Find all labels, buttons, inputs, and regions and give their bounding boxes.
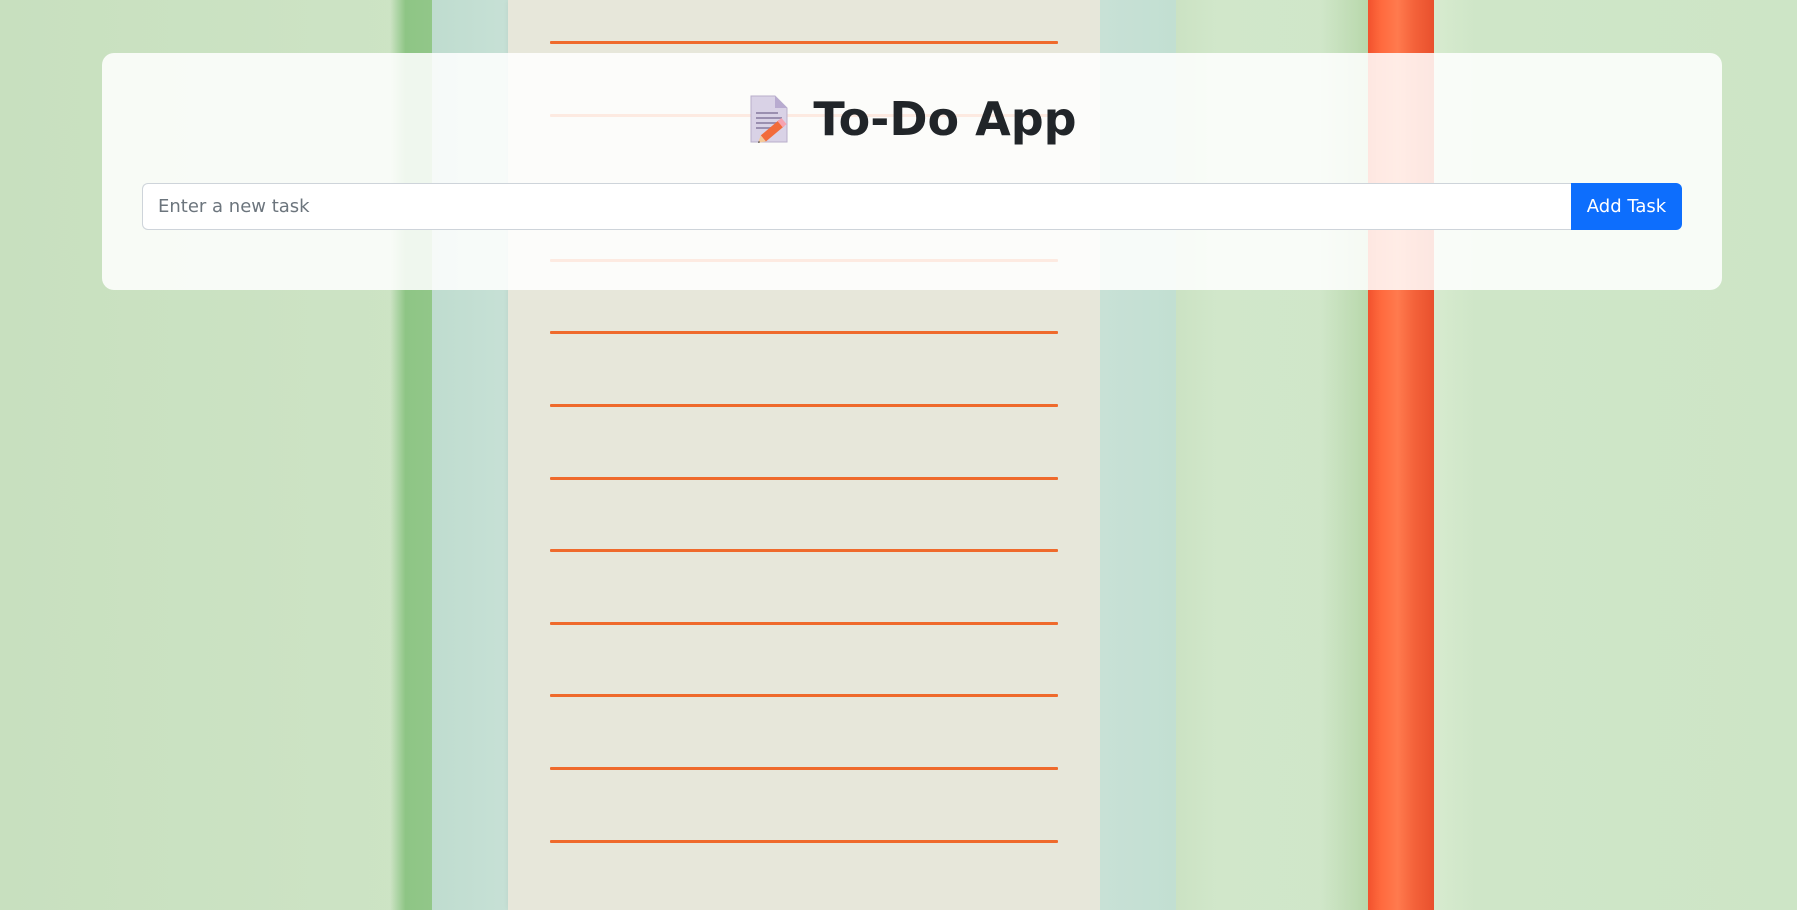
background-notepad-line [550, 840, 1058, 843]
background-notepad-line [550, 404, 1058, 407]
add-task-button[interactable]: Add Task [1571, 183, 1682, 230]
header: To-Do App [102, 92, 1722, 146]
background-notepad-line [550, 767, 1058, 770]
background-notepad-line [550, 331, 1058, 334]
background-notepad-line [550, 477, 1058, 480]
background-notepad-line [550, 694, 1058, 697]
memo-icon [747, 94, 791, 144]
new-task-input[interactable] [142, 183, 1571, 230]
task-entry-group: Add Task [142, 183, 1682, 230]
background-notepad-line [550, 622, 1058, 625]
background-notepad-line [550, 549, 1058, 552]
todo-card: To-Do App Add Task [102, 53, 1722, 290]
background-notepad-line [550, 41, 1058, 44]
page-title: To-Do App [813, 92, 1077, 146]
